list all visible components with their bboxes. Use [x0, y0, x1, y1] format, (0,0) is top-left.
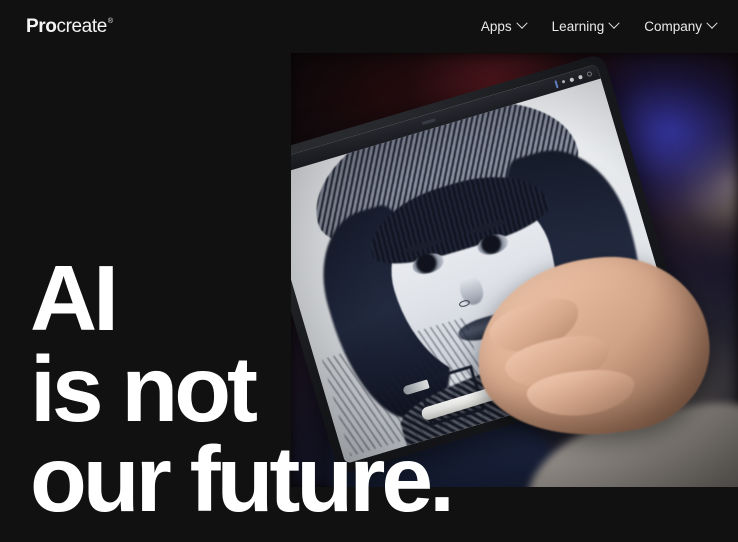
chevron-down-icon [608, 17, 620, 29]
chevron-down-icon [516, 17, 528, 29]
procreate-landing-page: Pro create ® Apps Learning Company AI is n… [0, 0, 738, 542]
headline-line-3: our future. [30, 426, 455, 531]
main-navigation: Apps Learning Company [480, 17, 718, 34]
registered-trademark-icon: ® [107, 17, 113, 25]
headline-line-1: AI [30, 246, 119, 351]
logo-light-text: create [56, 15, 107, 37]
nav-label-apps: Apps [480, 18, 512, 34]
site-header: Pro create ® Apps Learning Company [0, 0, 738, 52]
logo-bold-text: Pro [26, 15, 57, 37]
chevron-down-icon [706, 17, 718, 29]
headline-line-2: is not [30, 336, 258, 441]
nav-item-learning[interactable]: Learning [551, 17, 620, 34]
hero-headline: AI is not our future. [30, 246, 455, 531]
nav-item-apps[interactable]: Apps [480, 17, 528, 34]
nav-item-company[interactable]: Company [644, 17, 718, 34]
nav-label-learning: Learning [551, 18, 605, 34]
procreate-logo[interactable]: Pro create ® [26, 17, 113, 36]
nav-label-company: Company [644, 18, 702, 34]
